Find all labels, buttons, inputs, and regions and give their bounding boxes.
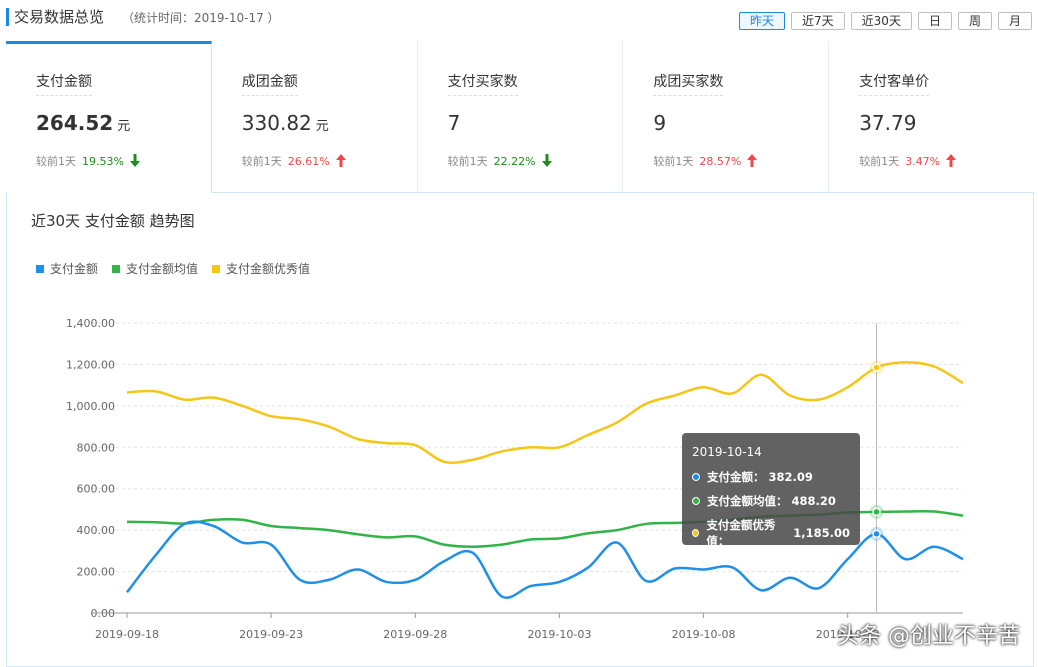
x-tick-label: 2019-10-08 [672,628,736,641]
y-tick-label: 1,400.00 [66,317,115,330]
tooltip-row: 支付金额均值： 488.20 [692,493,850,509]
x-tick-label: 2019-09-23 [239,628,303,641]
trend-chart[interactable]: 0.00200.00400.00600.00800.001,000.001,20… [0,0,1038,667]
watermark: 头条 @创业不辛苦 [837,624,1020,649]
y-tick-label: 800.00 [77,441,116,454]
tooltip-row: 支付金额优秀值： 1,185.00 [692,517,850,549]
y-tick-label: 400.00 [77,524,116,537]
x-tick-label: 2019-10-03 [527,628,591,641]
tooltip-date: 2019-10-14 [692,445,762,459]
x-tick-label: 2019-09-18 [95,628,159,641]
y-tick-label: 600.00 [77,483,116,496]
x-tick-label: 2019-09-28 [383,628,447,641]
hover-point [872,363,881,372]
hover-point [872,507,881,517]
y-tick-label: 1,000.00 [66,400,115,413]
tooltip-row: 支付金额： 382.09 [692,469,850,485]
hover-point [872,529,881,539]
y-tick-label: 1,200.00 [66,358,115,371]
y-tick-label: 200.00 [77,566,116,579]
chart-tooltip: 2019-10-14 支付金额： 382.09 支付金额均值： 488.20 支… [682,433,860,548]
